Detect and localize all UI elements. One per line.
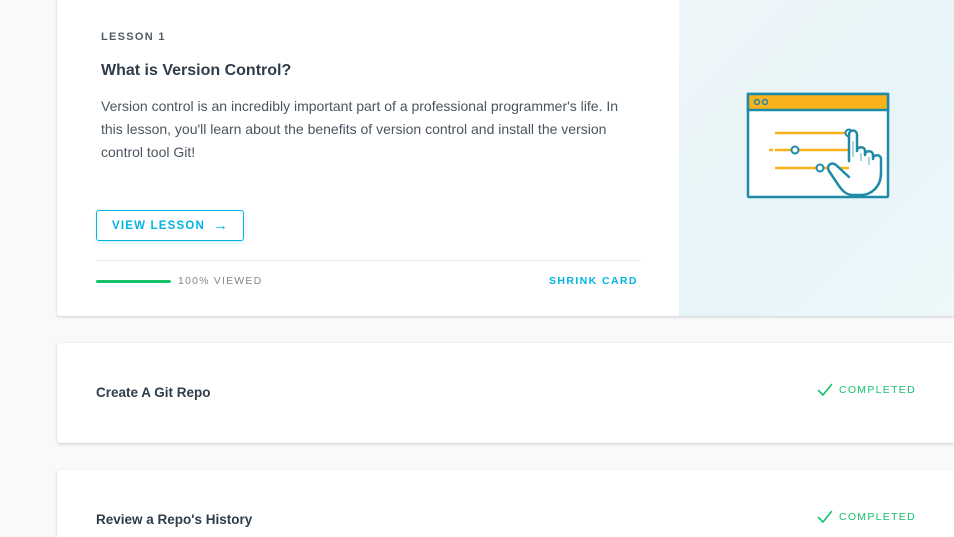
status-badge: COMPLETED — [817, 510, 916, 524]
lesson-description: Version control is an incredibly importa… — [101, 98, 619, 160]
shrink-card-button[interactable]: SHRINK CARD — [549, 275, 638, 287]
lesson-card-content: LESSON 1 What is Version Control? Versio… — [57, 0, 679, 316]
arrow-right-icon: → — [213, 217, 229, 234]
window-titlebar-icon — [746, 92, 890, 112]
view-lesson-label: VIEW LESSON — [111, 219, 206, 232]
lesson-title: What is Version Control? — [101, 62, 292, 79]
progress-bar-fill — [96, 280, 171, 283]
settings-sliders-illustration — [746, 92, 890, 199]
status-label: COMPLETED — [838, 384, 916, 396]
checkmark-icon — [817, 383, 833, 396]
lesson-list-page: LESSON 1 What is Version Control? Versio… — [0, 0, 954, 537]
lesson-card[interactable]: Review a Repo's History COMPLETED — [57, 470, 954, 537]
lesson-card[interactable]: Create A Git Repo COMPLETED — [57, 343, 954, 443]
lesson-title: Review a Repo's History — [96, 512, 253, 527]
progress-label: 100% VIEWED — [178, 275, 263, 287]
lesson-title: Create A Git Repo — [96, 385, 211, 400]
status-badge: COMPLETED — [817, 383, 916, 397]
view-lesson-button[interactable]: VIEW LESSON → — [96, 210, 244, 241]
card-divider — [96, 260, 641, 261]
progress-bar — [96, 280, 171, 283]
lesson-card-expanded: LESSON 1 What is Version Control? Versio… — [57, 0, 954, 316]
checkmark-icon — [817, 510, 833, 523]
status-label: COMPLETED — [838, 511, 916, 523]
lesson-illustration-panel — [679, 0, 954, 316]
lesson-number: LESSON 1 — [101, 31, 166, 43]
